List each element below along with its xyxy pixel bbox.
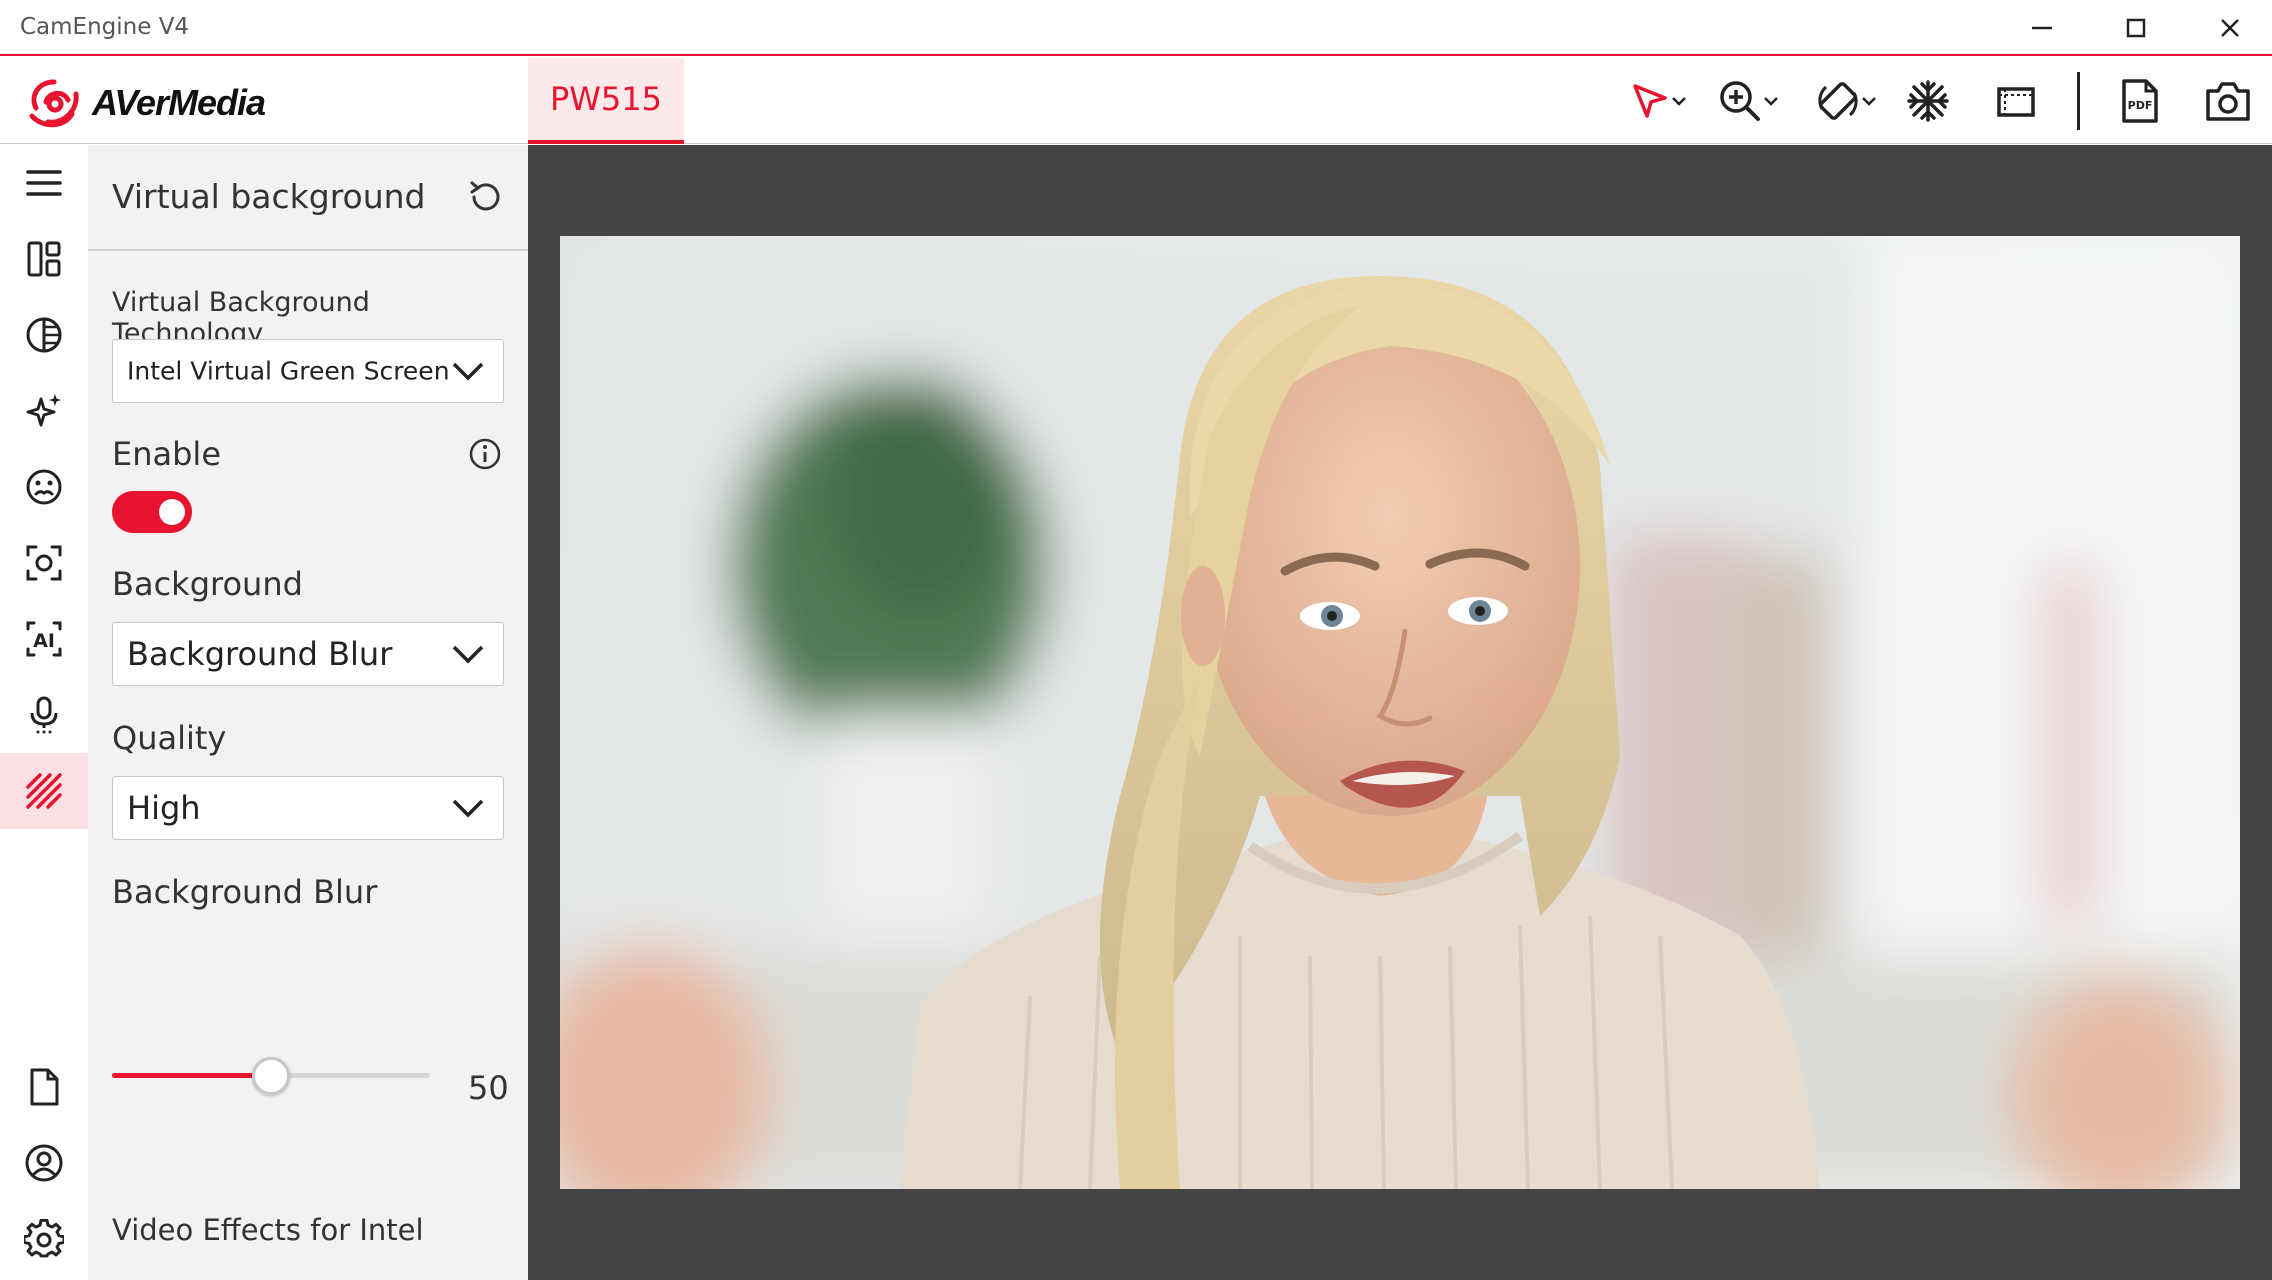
chevron-down-icon [1672,97,1686,106]
sidebar-item-document[interactable] [0,1049,88,1125]
sidebar-item-settings[interactable] [0,1201,88,1277]
chevron-down-icon [1862,97,1876,106]
crop-tool[interactable] [1994,74,2038,128]
brand-logo: AVerMedia [24,76,266,130]
panel-title: Virtual background [112,177,426,216]
enable-toggle[interactable] [112,491,192,533]
blur-label: Background Blur [112,873,378,911]
chevron-down-icon [452,362,484,381]
video-preview [560,236,2240,1189]
info-icon[interactable] [468,437,502,471]
chevron-down-icon [1764,97,1778,106]
sidebar-item-image-adjust[interactable] [0,297,88,373]
document-icon [30,1068,59,1106]
reset-button[interactable] [464,175,508,219]
background-select[interactable]: Background Blur [112,622,504,686]
freeze-tool[interactable] [1906,74,1950,128]
reset-icon [470,181,500,211]
technology-value: Intel Virtual Green Screen [127,356,450,386]
gear-icon [24,1219,64,1258]
layout-icon [27,241,61,277]
background-label: Background [112,565,303,603]
brand-logo-text: AVerMedia [92,82,266,123]
maximize-button[interactable] [2102,6,2170,50]
enable-label: Enable [112,435,221,473]
app-title: CamEngine V4 [20,14,190,40]
sidebar-item-virtual-background[interactable] [0,753,88,829]
toggle-knob [159,499,185,525]
svg-text:AI: AI [33,630,55,652]
sidebar-rail: AI [0,145,88,1280]
panel-footer: Video Effects for Intel [112,1213,424,1247]
technology-select[interactable]: Intel Virtual Green Screen [112,339,504,403]
contrast-icon [26,317,62,353]
sidebar-item-effects[interactable] [0,373,88,449]
chevron-down-icon [452,799,484,818]
background-value: Background Blur [127,635,393,673]
microphone-icon [30,696,58,734]
ai-icon: AI [26,621,62,657]
sidebar-item-microphone[interactable] [0,677,88,753]
minimize-icon [2032,26,2052,30]
pointer-tool[interactable] [1630,74,1688,128]
sidebar-item-face[interactable] [0,449,88,525]
sidebar-item-ai[interactable]: AI [0,601,88,677]
user-circle-icon [25,1144,63,1182]
virtual-background-panel: Virtual background Virtual Background Te… [88,145,528,1280]
rotate-tool[interactable] [1816,74,1878,128]
face-icon [26,469,62,505]
cursor-arrow-icon [1633,84,1667,118]
quality-select[interactable]: High [112,776,504,840]
panel-header: Virtual background [88,145,528,251]
camera-feed-image [560,236,2240,1189]
slider-fill [112,1073,271,1078]
sidebar-item-menu[interactable] [0,145,88,221]
close-button[interactable] [2196,6,2264,50]
quality-value: High [127,789,201,827]
snapshot-tool[interactable] [2204,74,2252,128]
tab-device[interactable]: PW515 [528,58,684,144]
rotate-icon [1818,82,1858,120]
maximize-icon [2126,18,2146,38]
slider-thumb[interactable] [252,1057,290,1095]
focus-icon [26,545,62,581]
zoom-in-icon [1720,81,1760,121]
sidebar-item-focus[interactable] [0,525,88,601]
pdf-tool[interactable]: PDF [2116,74,2162,128]
sidebar-item-layout[interactable] [0,221,88,297]
camera-icon [2206,82,2250,121]
sidebar-item-account[interactable] [0,1125,88,1201]
avermedia-swirl-icon [29,79,79,128]
blur-slider[interactable] [112,1055,430,1095]
stripes-icon [26,773,62,809]
app-header: AVerMedia PW515 PDF [0,58,2272,144]
hamburger-icon [26,170,62,196]
minimize-button[interactable] [2008,6,2076,50]
zoom-tool[interactable] [1718,74,1780,128]
title-bar: CamEngine V4 [0,0,2272,56]
svg-text:PDF: PDF [2128,99,2153,112]
snowflake-icon [1907,80,1949,122]
toolbar-separator [2077,72,2080,130]
sparkle-icon [26,394,61,427]
blur-value: 50 [468,1069,509,1107]
info-circle-icon [469,438,501,470]
chevron-down-icon [452,645,484,664]
close-icon [2221,19,2239,37]
pdf-icon: PDF [2122,79,2158,123]
quality-label: Quality [112,719,227,757]
crop-frame-icon [1997,87,2035,117]
